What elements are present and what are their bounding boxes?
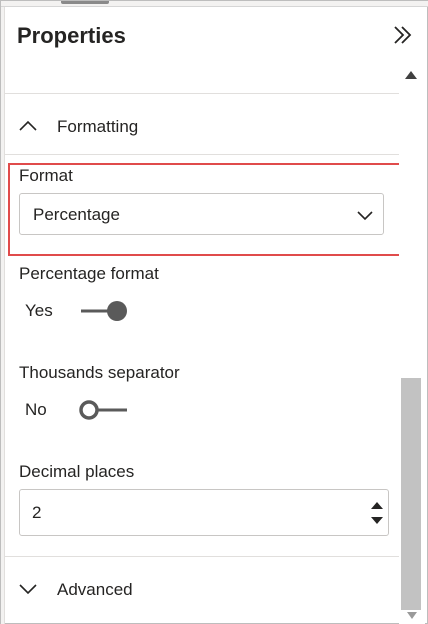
- decimal-places-stepper[interactable]: 2: [19, 489, 389, 536]
- collapse-pane-button[interactable]: [391, 23, 415, 47]
- caret-up-icon[interactable]: [370, 498, 384, 512]
- pane-header: Properties: [5, 7, 425, 67]
- thousands-separator-toggle[interactable]: [77, 398, 129, 422]
- decimal-places-value[interactable]: 2: [32, 503, 41, 523]
- percentage-format-toggle[interactable]: [77, 299, 129, 323]
- chevron-down-icon: [357, 211, 373, 221]
- format-label: Format: [19, 166, 73, 185]
- scrollbar-thumb[interactable]: [401, 378, 421, 610]
- thousands-separator-label: Thousands separator: [19, 363, 180, 382]
- percentage-format-row: Yes: [19, 297, 219, 325]
- top-edge-tick: [61, 1, 109, 4]
- scroll-up-arrow-icon[interactable]: [404, 69, 418, 81]
- stepper-arrows: [370, 496, 384, 529]
- properties-pane: Properties Formatting Format Percentage …: [0, 0, 428, 624]
- thousands-separator-row: No: [19, 396, 219, 424]
- percentage-format-state-label: Yes: [25, 301, 53, 320]
- caret-down-icon[interactable]: [370, 514, 384, 528]
- pane-title: Properties: [17, 23, 126, 48]
- decimal-places-label: Decimal places: [19, 462, 135, 481]
- advanced-section-header[interactable]: Advanced: [5, 562, 399, 618]
- divider: [5, 556, 399, 557]
- divider: [5, 93, 399, 94]
- properties-scroll-area: Formatting Format Percentage Percentage …: [5, 65, 401, 624]
- chevron-up-icon: [19, 120, 37, 131]
- scroll-down-arrow-icon[interactable]: [406, 610, 418, 622]
- formatting-section-header[interactable]: Formatting: [5, 99, 399, 155]
- format-dropdown-value: Percentage: [33, 205, 120, 224]
- divider: [5, 154, 399, 155]
- chevron-down-icon: [19, 584, 37, 595]
- percentage-format-label: Percentage format: [19, 264, 159, 283]
- advanced-section-label: Advanced: [57, 580, 133, 599]
- thousands-separator-state-label: No: [25, 400, 47, 419]
- double-chevron-right-icon: [394, 26, 412, 44]
- formatting-section-label: Formatting: [57, 117, 139, 136]
- vertical-scrollbar[interactable]: [399, 65, 425, 624]
- format-dropdown[interactable]: Percentage: [19, 193, 384, 235]
